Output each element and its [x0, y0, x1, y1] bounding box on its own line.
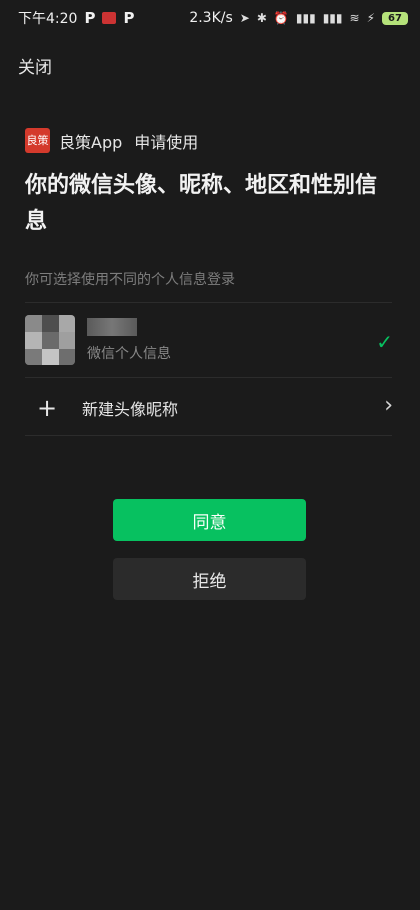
notification-app-icon [102, 12, 117, 24]
app-logo: 良策 [25, 128, 50, 153]
page-title: 你的微信头像、昵称、地区和性别信息 [25, 173, 378, 234]
nickname-blurred [87, 318, 137, 336]
app-name: 良策App [59, 132, 123, 152]
plus-icon: + [37, 393, 58, 422]
status-bar: 下午4:20 P P 2.3K/s ➤ ✱ ⏰ ▮▮▮ ▮▮▮ ≋ ⚡ 67 [0, 0, 420, 36]
notification-p-icon-2: P [123, 9, 135, 27]
battery-icon: 67 [382, 11, 408, 25]
network-speed: 2.3K/s [189, 10, 233, 26]
chevron-right-icon: › [384, 393, 393, 418]
signal-icon-2: ▮▮▮ [322, 11, 343, 25]
location-icon: ➤ [239, 11, 250, 25]
status-time: 下午4:20 [18, 11, 78, 27]
hint-text: 你可选择使用不同的个人信息登录 [25, 272, 235, 288]
wifi-icon: ≋ [349, 11, 360, 25]
new-profile-label: 新建头像昵称 [82, 399, 179, 419]
divider [25, 377, 392, 378]
request-label: 申请使用 [134, 132, 199, 152]
notification-p-icon: P [84, 9, 96, 27]
app-info: 良策 良策App 申请使用 [25, 128, 198, 153]
agree-button[interactable]: 同意 [113, 499, 306, 541]
signal-icon: ▮▮▮ [295, 11, 316, 25]
profile-subtitle: 微信个人信息 [87, 346, 171, 362]
charging-icon: ⚡ [366, 11, 375, 25]
profile-option-wechat[interactable]: 微信个人信息 ✓ [25, 313, 395, 365]
avatar [25, 315, 75, 365]
checkmark-icon: ✓ [376, 330, 393, 354]
close-button[interactable]: 关闭 [18, 53, 52, 78]
bluetooth-icon: ✱ [256, 11, 267, 25]
divider [25, 302, 392, 303]
alarm-icon: ⏰ [273, 11, 289, 25]
divider [25, 435, 392, 436]
refuse-button[interactable]: 拒绝 [113, 558, 306, 600]
new-profile-option[interactable]: + 新建头像昵称 › [25, 380, 395, 435]
